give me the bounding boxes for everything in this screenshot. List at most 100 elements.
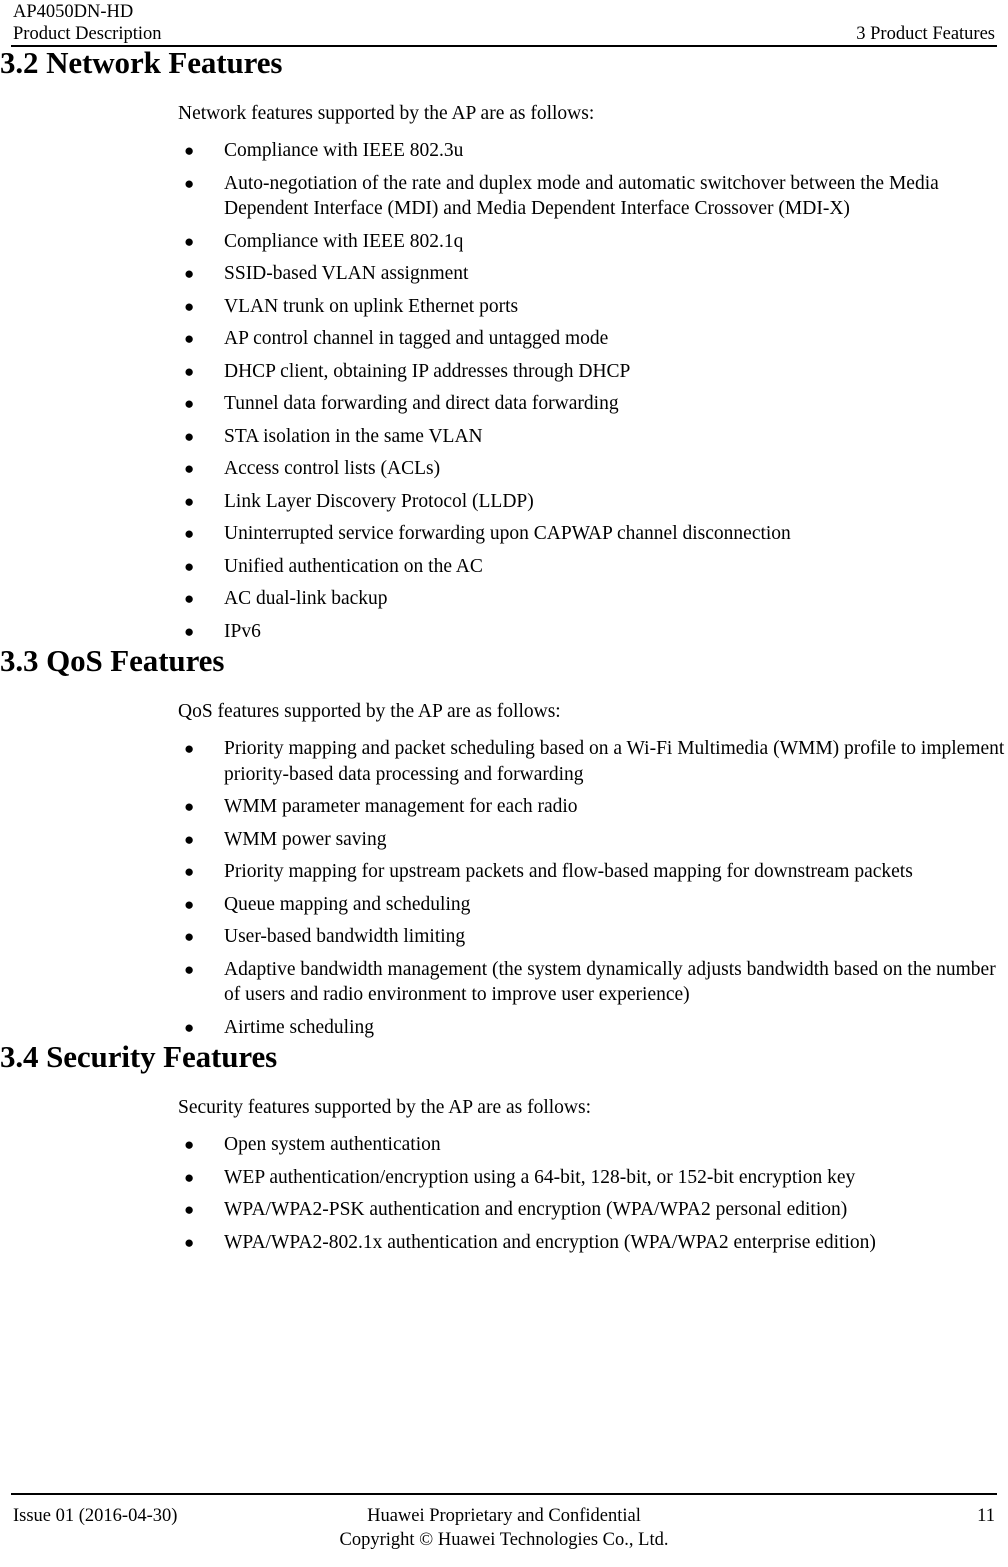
list-item-text: STA isolation in the same VLAN — [224, 425, 483, 447]
list-item-text: Compliance with IEEE 802.3u — [224, 140, 464, 161]
list-item-text: Compliance with IEEE 802.1q — [224, 230, 464, 252]
list-item-text: WEP authentication/encryption using a 64… — [224, 1166, 856, 1188]
list-item-text: Priority mapping and packet scheduling b… — [224, 738, 1005, 785]
list-item: ● Priority mapping and packet scheduling … — [178, 736, 1008, 787]
document-page: AP4050DN-HD Product Description 3 Produc… — [0, 0, 1008, 1567]
footer-copyright-notice: Copyright © Huawei Technologies Co., Ltd… — [339, 1530, 669, 1550]
section-heading-qos-features: 3.3 QoS Features — [0, 643, 225, 678]
list-item-text: Adaptive bandwidth management (the syste… — [224, 958, 996, 1006]
section-lead-qos-features: QoS features supported by the AP are as … — [178, 701, 561, 722]
header-product-model: AP4050DN-HD — [13, 2, 134, 22]
list-item: ● Compliance with IEEE 802.3u — [178, 138, 1008, 164]
footer-page-number: 11 — [977, 1506, 995, 1526]
bullet-icon: ● — [184, 491, 195, 511]
list-item: ● Priority mapping for upstream packets a… — [178, 859, 1008, 885]
list-item: ● Unified authentication on the AC — [178, 554, 1008, 580]
list-item-text: WMM power saving — [224, 828, 387, 850]
list-item: ● Access control lists (ACLs) — [178, 456, 1008, 482]
bullet-icon: ● — [184, 589, 195, 608]
list-item-text: Unified authentication on the AC — [224, 555, 483, 577]
bullet-icon: ● — [184, 426, 195, 446]
footer-divider-rule — [11, 1493, 997, 1495]
list-item-text: Queue mapping and scheduling — [224, 893, 471, 915]
list-item-text: VLAN trunk on uplink Ethernet ports — [224, 295, 519, 317]
bullet-icon: ● — [184, 797, 195, 816]
list-item-text: Access control lists (ACLs) — [224, 458, 441, 479]
bullet-icon: ● — [184, 1167, 195, 1187]
bullet-icon: ● — [184, 173, 195, 193]
bullet-icon: ● — [184, 739, 195, 758]
bullet-icon: ● — [184, 264, 195, 283]
bullet-icon: ● — [184, 231, 195, 251]
header-chapter-title: 3 Product Features — [856, 24, 995, 44]
document-body: 3.2 Network Features Network features su… — [0, 46, 1008, 1255]
list-item: ● DHCP client, obtaining IP addresses thr… — [178, 359, 1008, 385]
list-item-text: AC dual-link backup — [224, 588, 388, 609]
list-item: ● WEP authentication/encryption using a 6… — [178, 1165, 1008, 1191]
section-heading-network-features: 3.2 Network Features — [0, 45, 283, 80]
list-item-text: Open system authentication — [224, 1134, 441, 1155]
bullet-icon: ● — [184, 361, 195, 381]
bullet-icon: ● — [184, 1135, 195, 1154]
footer-copyright-block: Huawei Proprietary and Confidential Copy… — [0, 1504, 1008, 1552]
bullet-icon: ● — [184, 141, 195, 160]
bullet-icon: ● — [184, 1200, 195, 1219]
list-item: ● Queue mapping and scheduling — [178, 892, 1008, 918]
list-item-text: WMM parameter management for each radio — [224, 796, 578, 817]
list-item-text: IPv6 — [224, 620, 261, 642]
bullet-icon: ● — [184, 621, 195, 641]
bullet-icon: ● — [184, 1232, 195, 1252]
bullet-icon: ● — [184, 1017, 195, 1037]
bullet-icon: ● — [184, 927, 195, 946]
list-item: ● Airtime scheduling — [178, 1015, 1008, 1041]
section-lead-network-features: Network features supported by the AP are… — [178, 103, 595, 124]
list-item: ● Tunnel data forwarding and direct data … — [178, 391, 1008, 417]
list-item: ● SSID-based VLAN assignment — [178, 261, 1008, 287]
list-item-text: Uninterrupted service forwarding upon CA… — [224, 523, 791, 544]
list-item: ● VLAN trunk on uplink Ethernet ports — [178, 294, 1008, 320]
bullet-icon: ● — [184, 296, 195, 316]
list-item: ● Link Layer Discovery Protocol (LLDP) — [178, 489, 1008, 515]
header-left-block: AP4050DN-HD Product Description — [13, 1, 162, 45]
section-lead-security-features: Security features supported by the AP ar… — [178, 1097, 592, 1118]
list-item: ● IPv6 — [178, 619, 1008, 645]
bullet-icon: ● — [184, 959, 195, 979]
list-item-text: Link Layer Discovery Protocol (LLDP) — [224, 490, 534, 512]
bullet-icon: ● — [184, 862, 195, 881]
list-item-text: DHCP client, obtaining IP addresses thro… — [224, 360, 631, 382]
bullet-icon: ● — [184, 329, 195, 348]
list-item: ● Auto-negotiation of the rate and duplex… — [178, 171, 1008, 222]
list-item: ● Open system authentication — [178, 1132, 1008, 1158]
list-item: ● Uninterrupted service forwarding upon C… — [178, 521, 1008, 547]
section-heading-security-features: 3.4 Security Features — [0, 1039, 278, 1074]
page-header: AP4050DN-HD Product Description 3 Produc… — [0, 0, 1008, 47]
header-document-title: Product Description — [13, 24, 162, 44]
feature-list-qos: ● Priority mapping and packet scheduling … — [178, 724, 1008, 1040]
list-item: ● User-based bandwidth limiting — [178, 924, 1008, 950]
feature-list-security: ● Open system authentication ● WEP authent… — [178, 1120, 1008, 1255]
list-item-text: SSID-based VLAN assignment — [224, 263, 469, 284]
list-item-text: Auto-negotiation of the rate and duplex … — [224, 172, 939, 220]
list-item-text: Priority mapping for upstream packets an… — [224, 861, 913, 882]
feature-list-network: ● Compliance with IEEE 802.3u ● Auto-negot… — [178, 126, 1008, 644]
list-item: ● WMM power saving — [178, 827, 1008, 853]
bullet-icon: ● — [184, 394, 195, 413]
bullet-icon: ● — [184, 524, 195, 543]
list-item: ● WPA/WPA2-802.1x authentication and encr… — [178, 1230, 1008, 1256]
list-item: ● STA isolation in the same VLAN — [178, 424, 1008, 450]
footer-confidentiality-notice: Huawei Proprietary and Confidential — [367, 1506, 641, 1526]
list-item: ● AC dual-link backup — [178, 586, 1008, 612]
list-item: ● WPA/WPA2-PSK authentication and encrypt… — [178, 1197, 1008, 1223]
bullet-icon: ● — [184, 556, 195, 576]
list-item: ● Compliance with IEEE 802.1q — [178, 229, 1008, 255]
list-item-text: Airtime scheduling — [224, 1016, 375, 1038]
bullet-icon: ● — [184, 459, 195, 478]
list-item-text: WPA/WPA2-802.1x authentication and encry… — [224, 1231, 876, 1253]
list-item-text: WPA/WPA2-PSK authentication and encrypti… — [224, 1199, 848, 1220]
list-item: ● AP control channel in tagged and untagg… — [178, 326, 1008, 352]
list-item-text: User-based bandwidth limiting — [224, 926, 466, 947]
list-item-text: AP control channel in tagged and untagge… — [224, 328, 609, 349]
list-item: ● WMM parameter management for each radio — [178, 794, 1008, 820]
list-item: ● Adaptive bandwidth management (the syst… — [178, 957, 1008, 1008]
list-item-text: Tunnel data forwarding and direct data f… — [224, 393, 619, 414]
